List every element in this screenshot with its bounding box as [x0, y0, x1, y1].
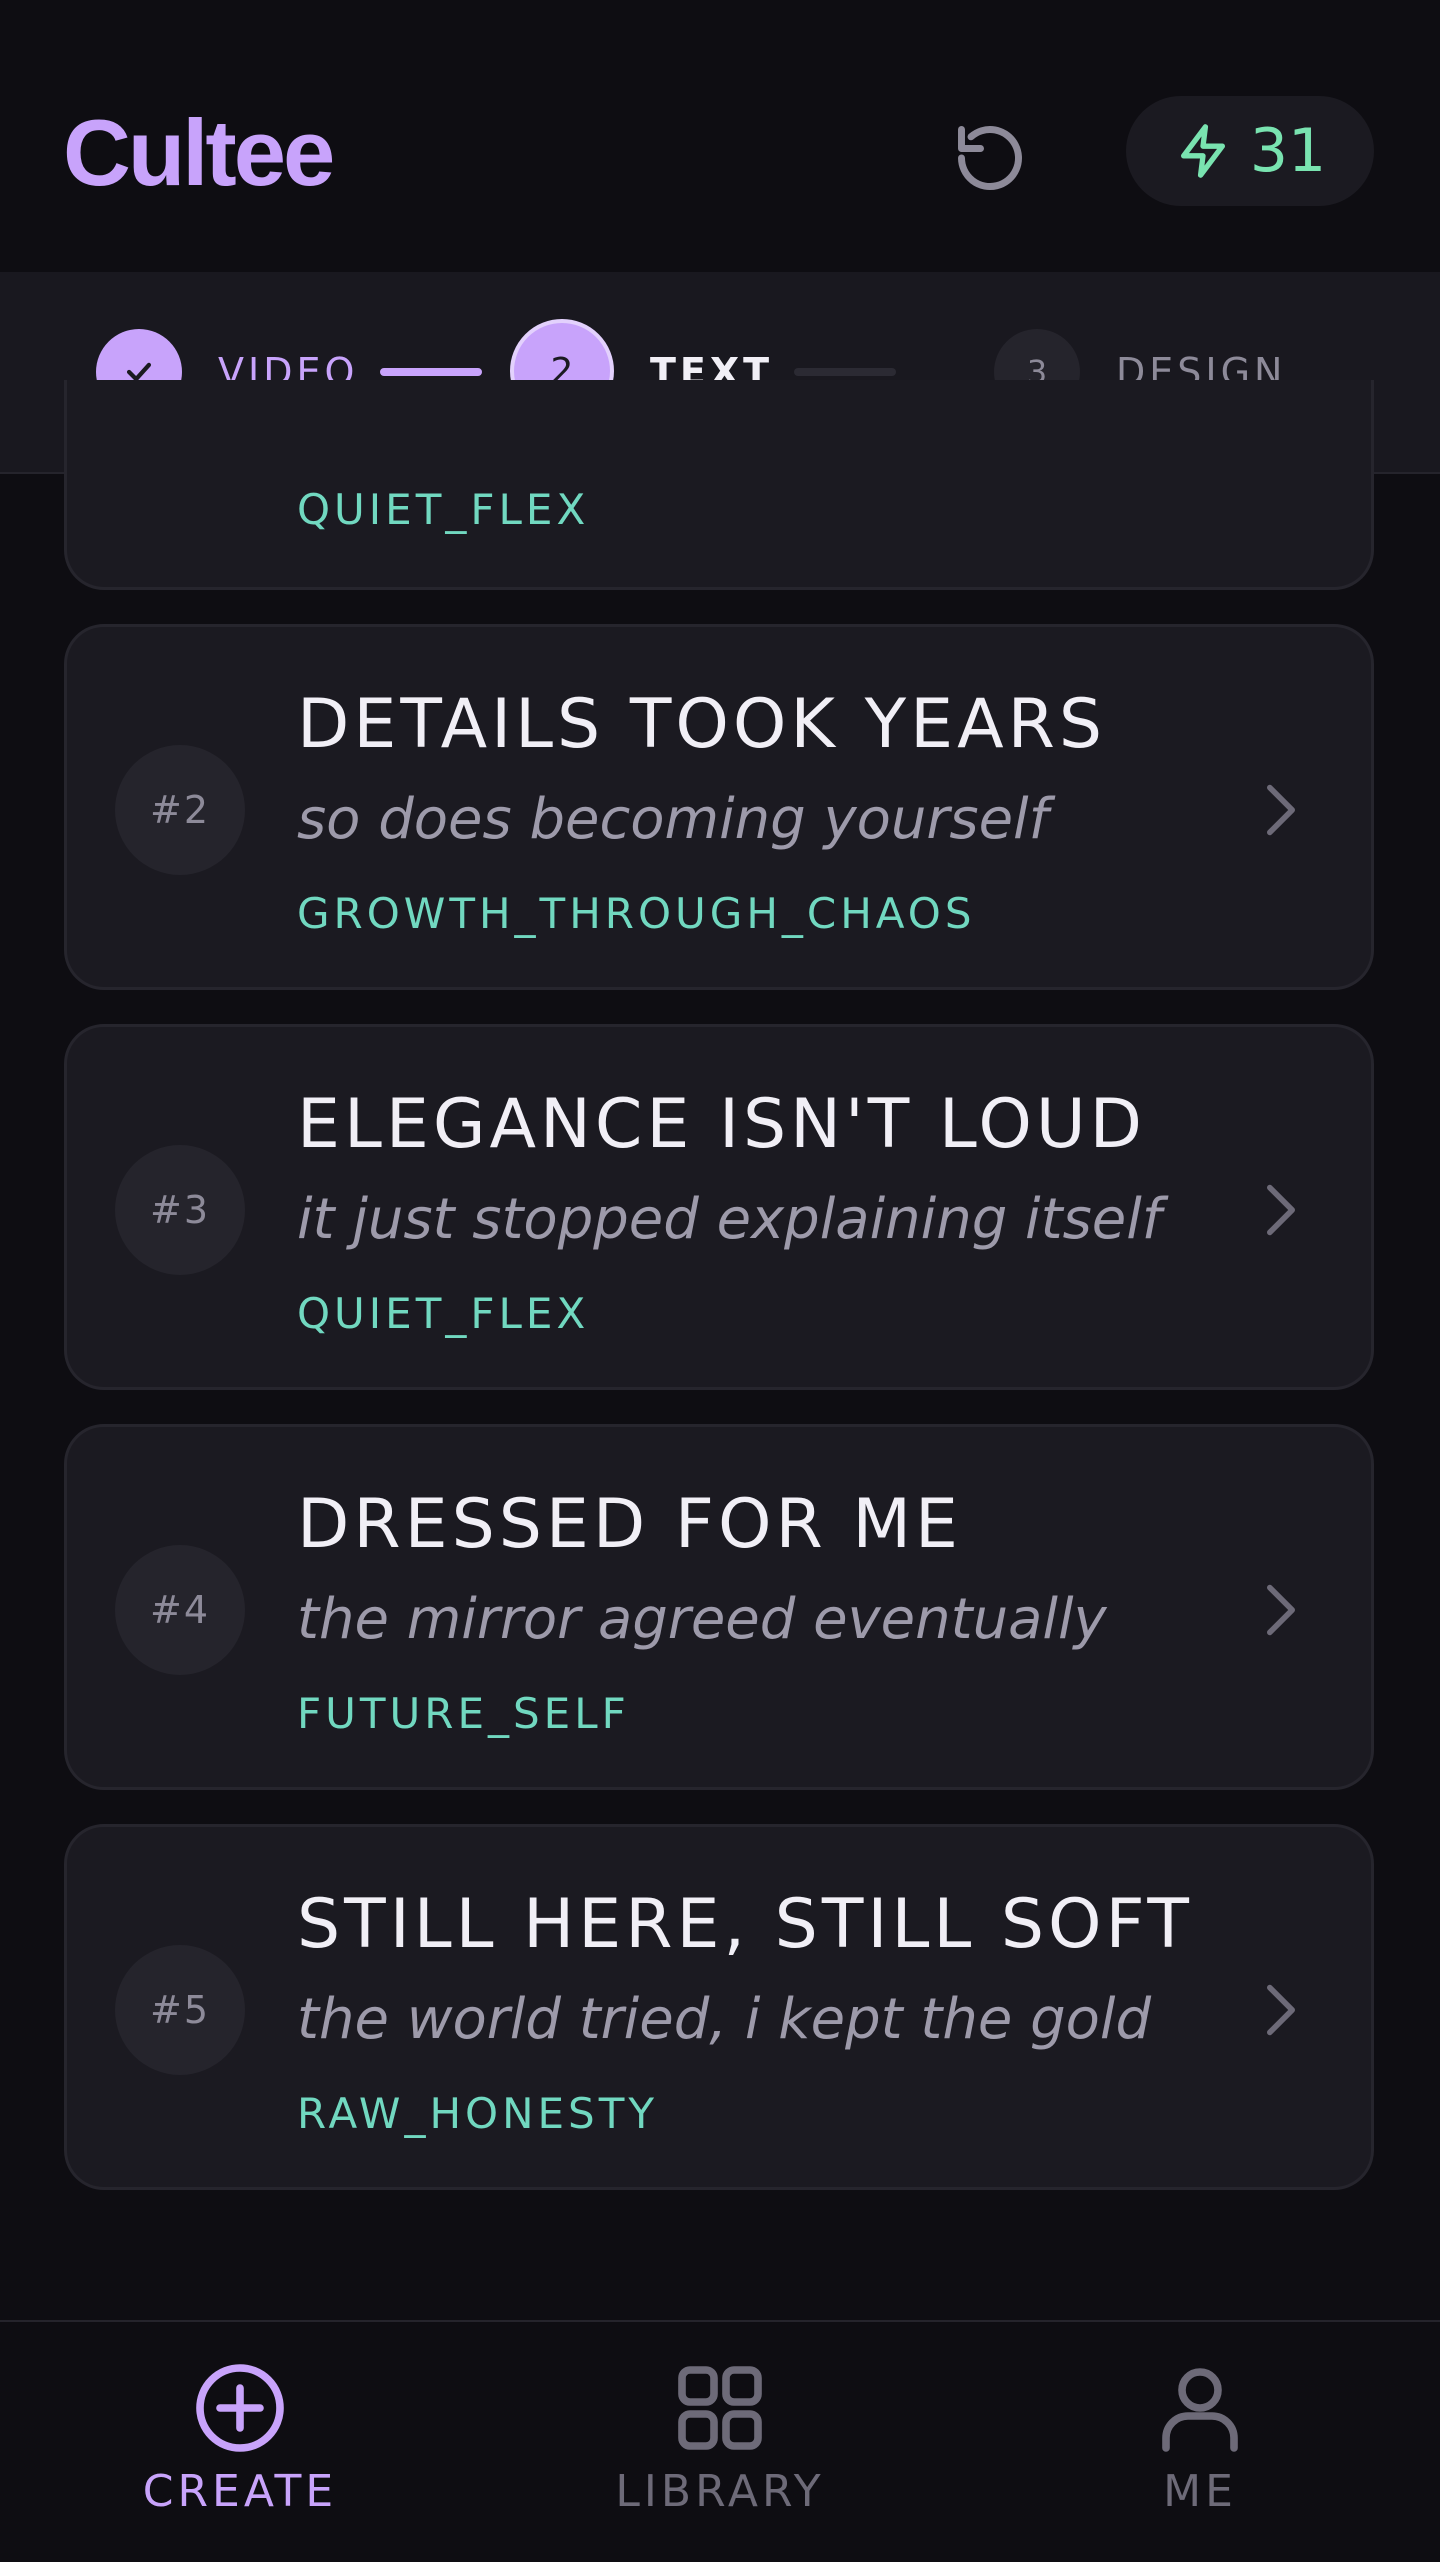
nav-library[interactable]: LIBRARY: [570, 2322, 870, 2562]
card-tag: FUTURE_SELF: [297, 1689, 630, 1738]
bottom-nav: CREATE LIBRARY ME: [0, 2320, 1440, 2562]
card-tag: RAW_HONESTY: [297, 2089, 659, 2138]
card-subtitle: the world tried, i kept the gold: [297, 1987, 1151, 2052]
chevron-right-icon: [1261, 1180, 1301, 1240]
card-title: STILL HERE, STILL SOFT: [297, 1885, 1193, 1964]
refresh-icon: [958, 126, 1022, 190]
grid-icon: [678, 2366, 762, 2450]
caption-card[interactable]: #3 ELEGANCE ISN'T LOUD it just stopped e…: [64, 1024, 1374, 1390]
reset-button[interactable]: [944, 112, 1036, 204]
app-title: Cultee: [63, 100, 335, 205]
card-title: ELEGANCE ISN'T LOUD: [297, 1085, 1147, 1164]
card-subtitle: it just stopped explaining itself: [297, 1187, 1162, 1252]
user-icon: [1162, 2368, 1238, 2452]
caption-card[interactable]: #2 DETAILS TOOK YEARS so does becoming y…: [64, 624, 1374, 990]
card-tag: QUIET_FLEX: [297, 1289, 590, 1338]
chevron-right-icon: [1261, 1580, 1301, 1640]
chevron-right-icon: [1261, 780, 1301, 840]
nav-me-label: ME: [1163, 2466, 1237, 2517]
step-connector-1: [380, 368, 482, 376]
card-number-badge: #2: [115, 745, 245, 875]
caption-card-partial[interactable]: QUIET_FLEX: [64, 380, 1374, 590]
nav-me[interactable]: ME: [1050, 2322, 1350, 2562]
card-subtitle: so does becoming yourself: [297, 787, 1049, 852]
credits-count: 31: [1249, 116, 1327, 186]
caption-card[interactable]: #4 DRESSED FOR ME the mirror agreed even…: [64, 1424, 1374, 1790]
card-subtitle: the mirror agreed eventually: [297, 1587, 1107, 1652]
card-number-badge: #5: [115, 1945, 245, 2075]
caption-card[interactable]: #5 STILL HERE, STILL SOFT the world trie…: [64, 1824, 1374, 2190]
nav-create-label: CREATE: [142, 2466, 338, 2517]
step-connector-2: [794, 368, 896, 376]
card-title: DRESSED FOR ME: [297, 1485, 962, 1564]
app-header: Cultee 31: [0, 0, 1440, 272]
card-tag: GROWTH_THROUGH_CHAOS: [297, 889, 976, 938]
lightning-icon: [1180, 124, 1225, 178]
chevron-right-icon: [1261, 1980, 1301, 2040]
card-title: DETAILS TOOK YEARS: [297, 685, 1107, 764]
credits-badge[interactable]: 31: [1126, 96, 1374, 206]
card-number-badge: #4: [115, 1545, 245, 1675]
nav-create[interactable]: CREATE: [90, 2322, 390, 2562]
card-number-badge: #3: [115, 1145, 245, 1275]
plus-circle-icon: [196, 2364, 284, 2452]
nav-library-label: LIBRARY: [615, 2466, 825, 2517]
card-tag: QUIET_FLEX: [297, 485, 590, 534]
